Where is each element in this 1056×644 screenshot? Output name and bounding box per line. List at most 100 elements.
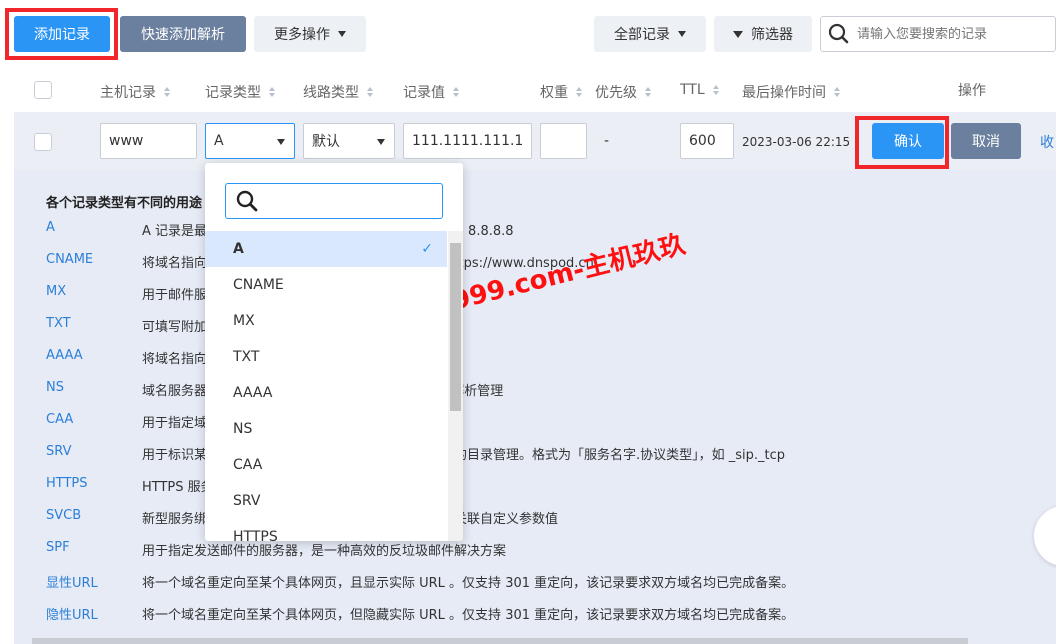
dropdown-option-label: SRV xyxy=(233,493,261,509)
col-weight-label: 权重 xyxy=(540,85,568,101)
dropdown-option-label: HTTPS xyxy=(233,529,278,541)
ttl-input[interactable]: 600 xyxy=(680,123,734,159)
col-ttl[interactable]: TTL xyxy=(680,82,719,98)
last-op-time: 2023-03-06 22:15 xyxy=(742,135,851,149)
col-weight[interactable]: 权重 xyxy=(540,82,582,102)
col-actions: 操作 xyxy=(958,80,986,100)
all-records-button[interactable]: 全部记录 xyxy=(594,16,706,52)
col-host-label: 主机记录 xyxy=(100,85,156,101)
chevron-down-icon xyxy=(377,139,385,145)
sort-icon xyxy=(834,87,840,97)
weight-input[interactable] xyxy=(540,123,587,159)
dropdown-option-label: CAA xyxy=(233,457,263,473)
col-line[interactable]: 线路类型 xyxy=(303,82,373,102)
dropdown-option[interactable]: SRV xyxy=(205,483,447,519)
help-row-type[interactable]: CAA xyxy=(46,412,142,432)
help-row-desc: 用于指定发送邮件的服务器，是一种高效的反垃圾邮件解决方案 xyxy=(142,544,507,559)
col-last-op[interactable]: 最后操作时间 xyxy=(742,82,840,102)
filter-icon xyxy=(733,30,743,38)
more-ops-button[interactable]: 更多操作 xyxy=(254,16,366,52)
dropdown-option[interactable]: TXT xyxy=(205,339,447,375)
host-value: www xyxy=(109,133,144,149)
help-row-type[interactable]: AAAA xyxy=(46,348,142,368)
dropdown-option-label: NS xyxy=(233,421,253,437)
chevron-down-icon xyxy=(678,31,686,37)
help-row-type[interactable]: 显性URL xyxy=(46,572,142,592)
search-input[interactable] xyxy=(857,26,1047,42)
help-title: 各个记录类型有不同的用途 xyxy=(46,196,203,211)
col-type[interactable]: 记录类型 xyxy=(205,82,275,102)
scrollbar-thumb[interactable] xyxy=(450,243,461,411)
dropdown-option[interactable]: CNAME xyxy=(205,267,447,303)
dropdown-option[interactable]: MX xyxy=(205,303,447,339)
sort-icon xyxy=(453,87,459,97)
help-row-desc: 将一个域名重定向至某个具体网页，且显示实际 URL 。仅支持 301 重定向，该… xyxy=(142,576,795,591)
search-icon xyxy=(236,190,258,212)
more-ops-label: 更多操作 xyxy=(274,27,330,43)
help-row: SPF 用于指定发送邮件的服务器，是一种高效的反垃圾邮件解决方案 xyxy=(46,540,506,560)
dropdown-option[interactable]: AAAA xyxy=(205,375,447,411)
col-value-label: 记录值 xyxy=(403,85,445,101)
col-host[interactable]: 主机记录 xyxy=(100,82,170,102)
chevron-down-icon xyxy=(338,31,346,37)
value-input[interactable]: 111.1111.111.1 xyxy=(403,123,532,159)
col-priority[interactable]: 优先级 xyxy=(595,82,651,102)
help-row-type[interactable]: NS xyxy=(46,380,142,400)
highlight-box-confirm xyxy=(855,116,949,169)
sort-icon xyxy=(164,87,170,97)
col-line-label: 线路类型 xyxy=(303,85,359,101)
help-row-type[interactable]: SRV xyxy=(46,444,142,464)
col-priority-label: 优先级 xyxy=(595,85,637,101)
help-row-type[interactable]: TXT xyxy=(46,316,142,336)
col-value[interactable]: 记录值 xyxy=(403,82,459,102)
line-value: 默认 xyxy=(312,134,340,150)
dropdown-search[interactable] xyxy=(225,183,443,219)
dropdown-option[interactable]: A ✓ xyxy=(205,231,447,267)
col-ttl-label: TTL xyxy=(680,82,705,98)
ttl-value: 600 xyxy=(689,133,716,149)
filter-label: 筛选器 xyxy=(751,27,793,43)
col-last-op-label: 最后操作时间 xyxy=(742,85,826,101)
cancel-button[interactable]: 取消 xyxy=(951,123,1021,159)
help-row-desc: 将一个域名重定向至某个具体网页，但隐藏实际 URL 。仅支持 301 重定向，该… xyxy=(142,608,795,623)
chevron-down-icon xyxy=(277,139,285,145)
help-row-type[interactable]: MX xyxy=(46,284,142,304)
dropdown-option[interactable]: HTTPS xyxy=(205,519,447,541)
help-row-type[interactable]: 隐性URL xyxy=(46,604,142,624)
horizontal-scrollbar[interactable] xyxy=(32,638,968,644)
record-type-dropdown: A ✓ CNAME MX TXT AAAA NS CAA SRV HTTPS xyxy=(205,163,463,541)
col-type-label: 记录类型 xyxy=(205,85,261,101)
dropdown-option-label: MX xyxy=(233,313,255,329)
dropdown-option-label: A xyxy=(233,241,244,257)
filter-button[interactable]: 筛选器 xyxy=(714,16,812,52)
line-select[interactable]: 默认 xyxy=(303,123,395,159)
search-box[interactable] xyxy=(820,16,1056,52)
dropdown-option-label: AAAA xyxy=(233,385,273,401)
help-row: 隐性URL 将一个域名重定向至某个具体网页，但隐藏实际 URL 。仅支持 301 … xyxy=(46,604,794,624)
help-row-type[interactable]: HTTPS xyxy=(46,476,142,496)
col-actions-label: 操作 xyxy=(958,83,986,99)
help-row-type[interactable]: SPF xyxy=(46,540,142,560)
highlight-box-add xyxy=(5,8,118,60)
record-value: 111.1111.111.1 xyxy=(412,133,524,149)
help-row-type[interactable]: A xyxy=(46,220,142,240)
record-type-help-panel: 各个记录类型有不同的用途 AA 记录是最常用的类型，将域名指向一个 IPv4 地… xyxy=(14,170,1056,644)
dropdown-option[interactable]: CAA xyxy=(205,447,447,483)
sort-icon xyxy=(269,87,275,97)
host-input[interactable]: www xyxy=(100,123,197,159)
collapse-link[interactable]: 收 xyxy=(1040,132,1054,152)
dropdown-option[interactable]: NS xyxy=(205,411,447,447)
row-checkbox[interactable] xyxy=(34,133,52,151)
sort-icon xyxy=(645,87,651,97)
dns-records-page: 添加记录 快速添加解析 更多操作 全部记录 筛选器 主机记录 记录类型 线路类型… xyxy=(0,0,1056,644)
help-row-type[interactable]: SVCB xyxy=(46,508,142,528)
checkmark-icon: ✓ xyxy=(421,241,433,257)
dropdown-option-label: CNAME xyxy=(233,277,284,293)
priority-value: - xyxy=(604,133,610,149)
search-icon xyxy=(828,23,849,44)
sort-icon xyxy=(367,87,373,97)
select-all-checkbox[interactable] xyxy=(34,81,52,99)
type-select[interactable]: A xyxy=(205,123,295,159)
quick-add-button[interactable]: 快速添加解析 xyxy=(120,16,246,52)
help-row-type[interactable]: CNAME xyxy=(46,252,142,272)
